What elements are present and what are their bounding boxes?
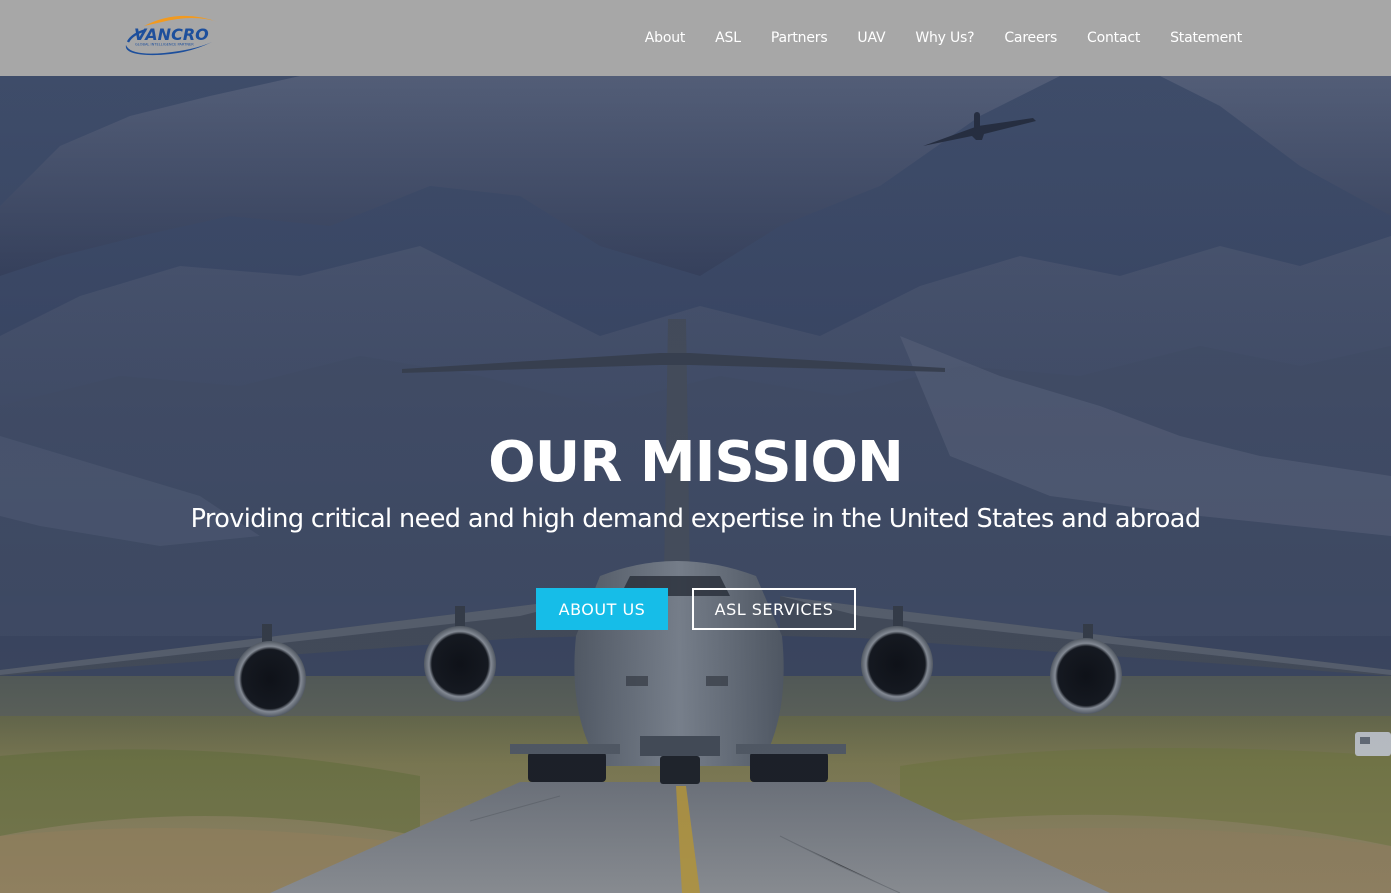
hero-section: OUR MISSION Providing critical need and … [0,76,1391,893]
about-us-button[interactable]: ABOUT US [536,588,668,630]
vancro-logo-icon: VANCRO GLOBAL INTELLIGENCE PARTNER [125,15,218,56]
page: VANCRO GLOBAL INTELLIGENCE PARTNER About… [0,0,1391,893]
nav-item-statement[interactable]: Statement [1170,30,1242,46]
asl-services-button[interactable]: ASL SERVICES [692,588,856,630]
nav-item-uav[interactable]: UAV [857,30,885,46]
navbar: VANCRO GLOBAL INTELLIGENCE PARTNER About… [0,0,1391,76]
logo-tagline: GLOBAL INTELLIGENCE PARTNER [135,43,194,47]
nav-item-partners[interactable]: Partners [771,30,828,46]
hero-title: OUR MISSION [488,430,904,495]
nav-item-why-us[interactable]: Why Us? [915,30,974,46]
nav-item-asl[interactable]: ASL [715,30,741,46]
nav-item-careers[interactable]: Careers [1004,30,1057,46]
nav-item-about[interactable]: About [645,30,686,46]
logo-wordmark: VANCRO [134,25,209,44]
vancro-logo[interactable]: VANCRO GLOBAL INTELLIGENCE PARTNER [124,12,222,58]
main-nav: About ASL Partners UAV Why Us? Careers C… [645,0,1242,76]
nav-item-contact[interactable]: Contact [1087,30,1140,46]
hero-subtitle: Providing critical need and high demand … [190,504,1201,534]
